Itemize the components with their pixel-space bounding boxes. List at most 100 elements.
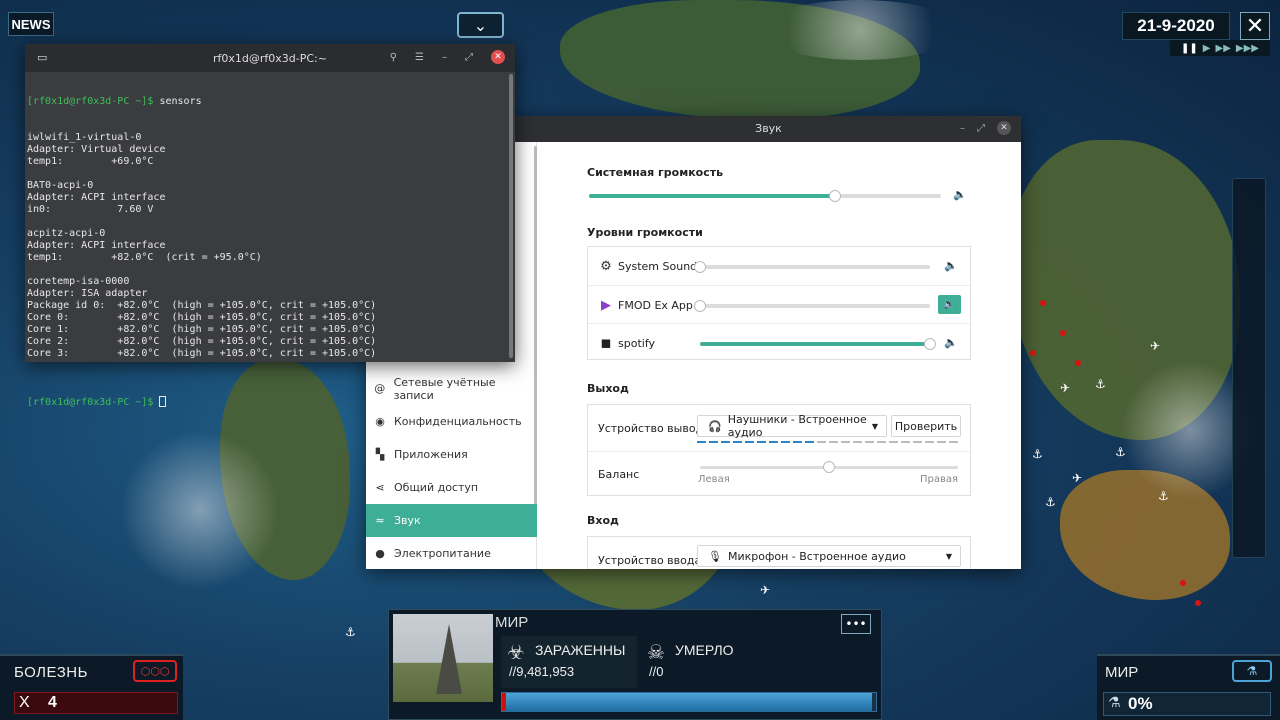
headphones-icon: 🎧 (708, 419, 722, 433)
terminal-output-line: Adapter: Virtual device (27, 144, 166, 155)
terminal-output-line: in0: 7.60 V (27, 204, 154, 215)
pause-icon[interactable]: ❚❚ (1181, 43, 1198, 54)
speaker-icon[interactable]: 🔈 (944, 259, 958, 272)
maximize-icon[interactable]: ⤢ (465, 52, 473, 63)
balance-knob[interactable] (823, 461, 835, 473)
menu-icon[interactable]: ☰ (415, 52, 424, 63)
share-icon: ⋖ (375, 481, 385, 494)
sidebar-item-label: Общий доступ (394, 481, 479, 494)
balance-right-label: Правая (919, 474, 958, 485)
minimize-icon[interactable]: – (960, 123, 965, 134)
news-toggle-button[interactable]: ⌄ (457, 12, 504, 38)
app-volume-slider[interactable] (694, 300, 930, 312)
news-button[interactable]: NEWS (8, 12, 54, 36)
sidebar-item-power[interactable]: ● Электропитание (366, 537, 537, 570)
app-volume-knob[interactable] (694, 300, 706, 312)
ship-icon: ⚓ (1158, 489, 1169, 503)
terminal-output-line: Core 3: +82.0°C (high = +105.0°C, crit =… (27, 348, 377, 359)
balance-row: Баланс Левая Правая (588, 451, 970, 497)
input-device-combo[interactable]: 🎙 Микрофон - Встроенное аудио ▼ (697, 545, 961, 567)
balance-slider[interactable] (700, 461, 958, 473)
cure-progress-bar: ⚗ 0% (1103, 692, 1271, 716)
sidebar-item-label: Звук (394, 514, 421, 527)
minimize-icon[interactable]: – (442, 52, 447, 63)
system-volume-slider[interactable] (589, 190, 941, 202)
test-output-button[interactable]: Проверить (891, 415, 961, 437)
input-device-label: Устройство ввода (598, 554, 702, 567)
cure-panel[interactable]: МИР ⚗ ⚗ 0% (1097, 654, 1280, 720)
disease-panel[interactable]: БОЛЕЗНЬ ⬡⬡⬡ X 4 (0, 654, 183, 720)
eiffel-tower-photo (393, 614, 493, 702)
terminal-scrollbar[interactable] (509, 74, 513, 358)
airplane-icon: ✈ (760, 583, 771, 597)
dead-stat: ☠ УМЕРЛО //0 (641, 636, 741, 688)
game-speed-controls: ❚❚ ▶ ▶▶ ▶▶▶ (1170, 40, 1270, 56)
fast-forward-icon[interactable]: ▶▶ (1216, 43, 1231, 54)
sound-icon: ≈ (375, 514, 385, 527)
terminal-output-line: BAT0-acpi-0 (27, 180, 94, 191)
output-device-label: Устройство вывода (598, 422, 710, 435)
app-name: FMOD Ex App (618, 299, 693, 312)
dropdown-arrow-icon: ▼ (945, 551, 952, 561)
terminal-command: sensors (159, 96, 202, 107)
close-icon[interactable]: ✕ (491, 50, 505, 64)
sidebar-item-label: Приложения (394, 448, 468, 461)
terminal-titlebar[interactable]: ▭ rf0x1d@rf0x3d-PC:~ ⚲ ☰ – ⤢ ✕ (25, 44, 515, 72)
death-progress-fill (502, 693, 506, 711)
more-icon[interactable]: ••• (841, 614, 871, 634)
terminal-output-line: Core 0: +82.0°C (high = +105.0°C, crit =… (27, 312, 377, 323)
game-date: 21-9-2020 (1122, 12, 1230, 40)
airplane-icon: ✈ (1072, 471, 1083, 485)
airplane-icon: ✈ (1060, 381, 1071, 395)
close-game-button[interactable]: ✕ (1240, 12, 1270, 40)
terminal-output-line: acpitz-acpi-0 (27, 228, 106, 239)
close-icon[interactable]: ✕ (997, 121, 1011, 135)
app-name: System Sounds (618, 260, 703, 273)
balance-left-label: Левая (698, 474, 730, 485)
app-volume-row: ◼ spotify 🔈 (588, 323, 970, 361)
terminal-output-line: Core 1: +82.0°C (high = +105.0°C, crit =… (27, 324, 377, 335)
app-volume-knob[interactable] (694, 261, 706, 273)
terminal-output-line: iwlwifi_1-virtual-0 (27, 132, 142, 143)
dna-points-bar: X 4 (14, 692, 178, 714)
terminal-output-line: Adapter: ISA adapter (27, 288, 148, 299)
play-icon[interactable]: ▶ (1203, 43, 1211, 54)
maximize-icon[interactable]: ⤢ (977, 123, 985, 134)
close-icon: ✕ (1245, 13, 1265, 39)
sidebar-item-share[interactable]: ⋖ Общий доступ (366, 471, 537, 504)
world-panel[interactable]: МИР ••• ☣ ЗАРАЖЕННЫ //9,481,953 ☠ УМЕРЛО… (388, 609, 882, 720)
world-title: МИР (495, 614, 529, 631)
terminal-window[interactable]: ▭ rf0x1d@rf0x3d-PC:~ ⚲ ☰ – ⤢ ✕ [rf0x1d@r… (25, 44, 515, 408)
search-icon[interactable]: ⚲ (390, 52, 397, 63)
terminal-output-line: coretemp-isa-0000 (27, 276, 130, 287)
sound-window-titlebar[interactable]: Звук – ⤢ ✕ (516, 116, 1021, 142)
app-volume-knob[interactable] (924, 338, 936, 350)
terminal-cursor (159, 396, 167, 407)
terminal-output[interactable]: [rf0x1d@rf0x3d-PC ~]$ sensors iwlwifi_1-… (27, 72, 505, 408)
sidebar-item-sound[interactable]: ≈ Звук (366, 504, 537, 537)
app-volume-slider[interactable] (694, 261, 930, 273)
terminal-output-line: temp1: +69.0°C (27, 156, 154, 167)
speaker-icon[interactable]: 🔈 (944, 336, 958, 349)
app-volume-row: ▶ FMOD Ex App 🔈 (588, 285, 970, 323)
system-volume-knob[interactable] (829, 190, 842, 202)
output-device-combo[interactable]: 🎧 Наушники - Встроенное аудио ▼ (697, 413, 887, 439)
sidebar-item-apps[interactable]: ▚ Приложения (366, 438, 537, 471)
gear-icon: ⚙ (600, 258, 612, 274)
input-heading: Вход (587, 514, 619, 527)
speaker-icon[interactable]: 🔈 (938, 295, 961, 314)
input-card: Устройство ввода 🎙 Микрофон - Встроенное… (587, 536, 971, 569)
fastest-forward-icon[interactable]: ▶▶▶ (1236, 43, 1259, 54)
skull-icon: ☠ (647, 640, 665, 664)
right-side-rail (1232, 178, 1266, 558)
sound-window-title: Звук (755, 122, 782, 135)
terminal-input-line[interactable]: [rf0x1d@rf0x3d-PC ~]$ (27, 396, 505, 408)
spotify-icon: ◼ (600, 335, 612, 351)
ship-icon: ⚓ (345, 625, 356, 639)
airplane-icon: ✈ (1150, 339, 1161, 353)
app-levels-card: ⚙ System Sounds 🔈 ▶ FMOD Ex App 🔈 ◼ spotify 🔈 (587, 246, 971, 360)
speaker-icon[interactable]: 🔈 (953, 188, 967, 201)
terminal-output-line: temp1: +82.0°C (crit = +95.0°C) (27, 252, 262, 263)
app-volume-slider[interactable] (700, 338, 936, 350)
